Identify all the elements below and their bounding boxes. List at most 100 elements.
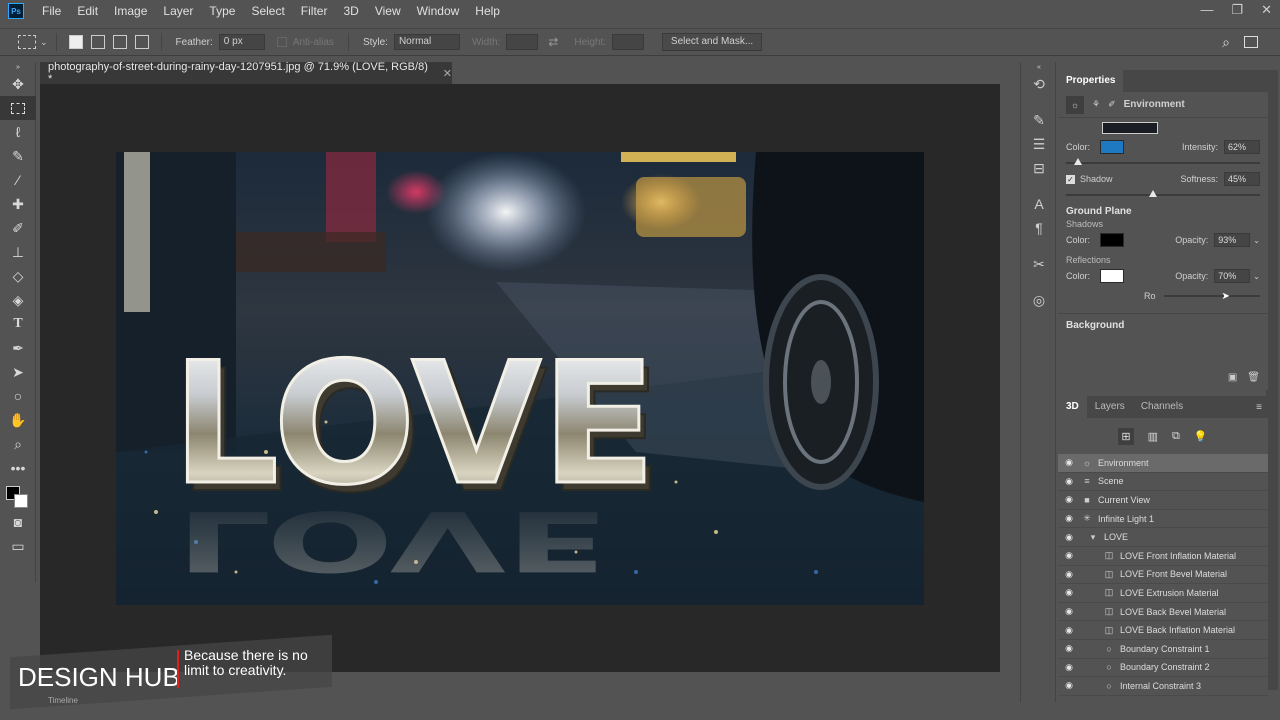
- character-icon[interactable]: A: [1021, 192, 1057, 216]
- softness-slider[interactable]: [1066, 190, 1260, 197]
- eye-icon[interactable]: ◉: [1058, 662, 1080, 673]
- eye-icon[interactable]: ◉: [1058, 643, 1080, 654]
- intensity-input[interactable]: 62%: [1224, 140, 1260, 154]
- style-select[interactable]: Normal: [393, 34, 460, 50]
- color-swatches[interactable]: [0, 480, 36, 510]
- intensity-slider[interactable]: [1066, 158, 1260, 165]
- layer-row[interactable]: ◉ ◫ LOVE Back Bevel Material: [1058, 603, 1268, 622]
- tools-preset-icon[interactable]: ✂: [1021, 252, 1057, 276]
- width-input[interactable]: [506, 34, 539, 50]
- render-icon[interactable]: ▣: [1228, 372, 1237, 383]
- more-tools-icon[interactable]: •••: [0, 456, 36, 480]
- subtract-selection-icon[interactable]: [112, 35, 127, 49]
- menu-window[interactable]: Window: [409, 0, 468, 22]
- whole-scene-icon[interactable]: ⊞: [1118, 427, 1134, 445]
- reflections-color-swatch[interactable]: [1100, 269, 1125, 283]
- layer-row[interactable]: ◉ ○ Internal Constraint 3: [1058, 677, 1268, 696]
- eye-icon[interactable]: ◉: [1058, 550, 1080, 561]
- lasso-tool-icon[interactable]: ℓ: [0, 120, 36, 144]
- shadows-color-swatch[interactable]: [1100, 233, 1125, 247]
- layer-row[interactable]: ◉ ■ Current View: [1058, 491, 1268, 510]
- hand-tool-icon[interactable]: ✋: [0, 408, 36, 432]
- menu-view[interactable]: View: [367, 0, 409, 22]
- select-and-mask-button[interactable]: Select and Mask...: [662, 33, 763, 51]
- menu-type[interactable]: Type: [201, 0, 243, 22]
- history-icon[interactable]: ⟲: [1021, 72, 1057, 96]
- intensity-slider-thumb[interactable]: [1074, 158, 1083, 165]
- shadows-opacity-input[interactable]: 93%: [1214, 233, 1251, 247]
- layer-row[interactable]: ◉ ◫ LOVE Front Inflation Material: [1058, 547, 1268, 566]
- minimize-button[interactable]: —: [1200, 2, 1213, 18]
- add-selection-icon[interactable]: [90, 35, 105, 49]
- height-input[interactable]: [612, 34, 645, 50]
- reflections-opacity-input[interactable]: 70%: [1214, 269, 1251, 283]
- menu-filter[interactable]: Filter: [293, 0, 336, 22]
- workspace-icon[interactable]: [1244, 36, 1258, 48]
- menu-file[interactable]: File: [34, 0, 69, 22]
- softness-input[interactable]: 45%: [1224, 172, 1260, 186]
- stamp-tool-icon[interactable]: ⊥: [0, 240, 36, 264]
- menu-edit[interactable]: Edit: [69, 0, 106, 22]
- type-tool-icon[interactable]: T: [0, 312, 36, 336]
- document-image[interactable]: LOVE LOVE LOVE: [116, 152, 924, 605]
- layer-row[interactable]: ◉ ◫ LOVE Back Inflation Material: [1058, 621, 1268, 640]
- layer-row[interactable]: ◉ ≡ Scene: [1058, 473, 1268, 492]
- roughness-slider[interactable]: ➤: [1163, 291, 1260, 302]
- brush-tool-icon[interactable]: ✐: [0, 216, 36, 240]
- close-window-button[interactable]: ✕: [1261, 2, 1272, 18]
- materials-icon[interactable]: ⧉: [1172, 430, 1180, 443]
- softness-slider-thumb[interactable]: [1149, 190, 1158, 197]
- brush-settings-icon[interactable]: ✎: [1021, 108, 1057, 132]
- path-select-icon[interactable]: ➤: [0, 360, 36, 384]
- chevron-down-icon[interactable]: ⌄: [40, 37, 48, 48]
- layer-row[interactable]: ◉ ✳ Infinite Light 1: [1058, 510, 1268, 529]
- meshes-icon[interactable]: ▥: [1148, 430, 1158, 443]
- quick-mask-icon[interactable]: ◙: [0, 510, 36, 534]
- zoom-tool-icon[interactable]: ⌕: [0, 432, 36, 456]
- healing-brush-icon[interactable]: ✚: [0, 192, 36, 216]
- layer-row[interactable]: ◉ ○ Boundary Constraint 1: [1058, 640, 1268, 659]
- 3d-material-icon[interactable]: ◎: [1021, 288, 1057, 312]
- search-icon[interactable]: ⌕: [1222, 34, 1230, 51]
- layer-row[interactable]: ◉ ○ Boundary Constraint 2: [1058, 659, 1268, 678]
- paragraph-icon[interactable]: ¶: [1021, 216, 1057, 240]
- move-tool-icon[interactable]: ✥: [0, 72, 36, 96]
- menu-3d[interactable]: 3D: [335, 0, 366, 22]
- panel-menu-icon[interactable]: ≡: [1256, 402, 1262, 413]
- tab-channels[interactable]: Channels: [1133, 396, 1191, 418]
- marquee-tool-icon[interactable]: [18, 35, 36, 49]
- collapse-icon[interactable]: «: [1021, 62, 1057, 72]
- eye-icon[interactable]: ◉: [1058, 476, 1080, 487]
- layer-row[interactable]: ◉ ◫ LOVE Extrusion Material: [1058, 584, 1268, 603]
- environment-mode-icon[interactable]: ☼: [1066, 95, 1084, 114]
- chevron-down-icon[interactable]: ⌄: [1253, 272, 1260, 281]
- eyedropper-icon[interactable]: ⁄: [0, 168, 36, 192]
- eye-icon[interactable]: ◉: [1058, 680, 1080, 691]
- chevron-down-icon[interactable]: ⌄: [1253, 236, 1260, 245]
- align-icon[interactable]: ⊟: [1021, 156, 1057, 180]
- layer-row[interactable]: ◉ ◫ LOVE Front Bevel Material: [1058, 566, 1268, 585]
- eye-icon[interactable]: ◉: [1058, 494, 1080, 505]
- rectangular-marquee-icon[interactable]: [0, 96, 36, 120]
- tab-layers[interactable]: Layers: [1087, 396, 1133, 418]
- menu-image[interactable]: Image: [106, 0, 155, 22]
- pen-tool-icon[interactable]: ✒: [0, 336, 36, 360]
- shadow-checkbox[interactable]: ✓: [1066, 174, 1075, 184]
- ibl-preview[interactable]: [1102, 122, 1158, 134]
- background-color[interactable]: [14, 494, 28, 508]
- env-color-swatch[interactable]: [1100, 140, 1125, 154]
- love-3d-text[interactable]: LOVE: [171, 325, 658, 524]
- lights-icon[interactable]: 💡: [1194, 430, 1208, 443]
- swap-icon[interactable]: ⇄: [548, 35, 558, 49]
- new-selection-icon[interactable]: [68, 35, 83, 49]
- eye-icon[interactable]: ◉: [1058, 606, 1080, 617]
- tab-3d[interactable]: 3D: [1058, 396, 1087, 418]
- eye-icon[interactable]: ◉: [1058, 457, 1080, 468]
- layer-row[interactable]: ◉ ☼ Environment: [1058, 454, 1268, 473]
- eye-icon[interactable]: ◉: [1058, 587, 1080, 598]
- brush-mode-icon[interactable]: ✐: [1108, 99, 1116, 110]
- antialias-checkbox[interactable]: [276, 37, 287, 47]
- eye-icon[interactable]: ◉: [1058, 513, 1080, 524]
- document-tab[interactable]: photography-of-street-during-rainy-day-1…: [40, 61, 452, 85]
- menu-help[interactable]: Help: [467, 0, 508, 22]
